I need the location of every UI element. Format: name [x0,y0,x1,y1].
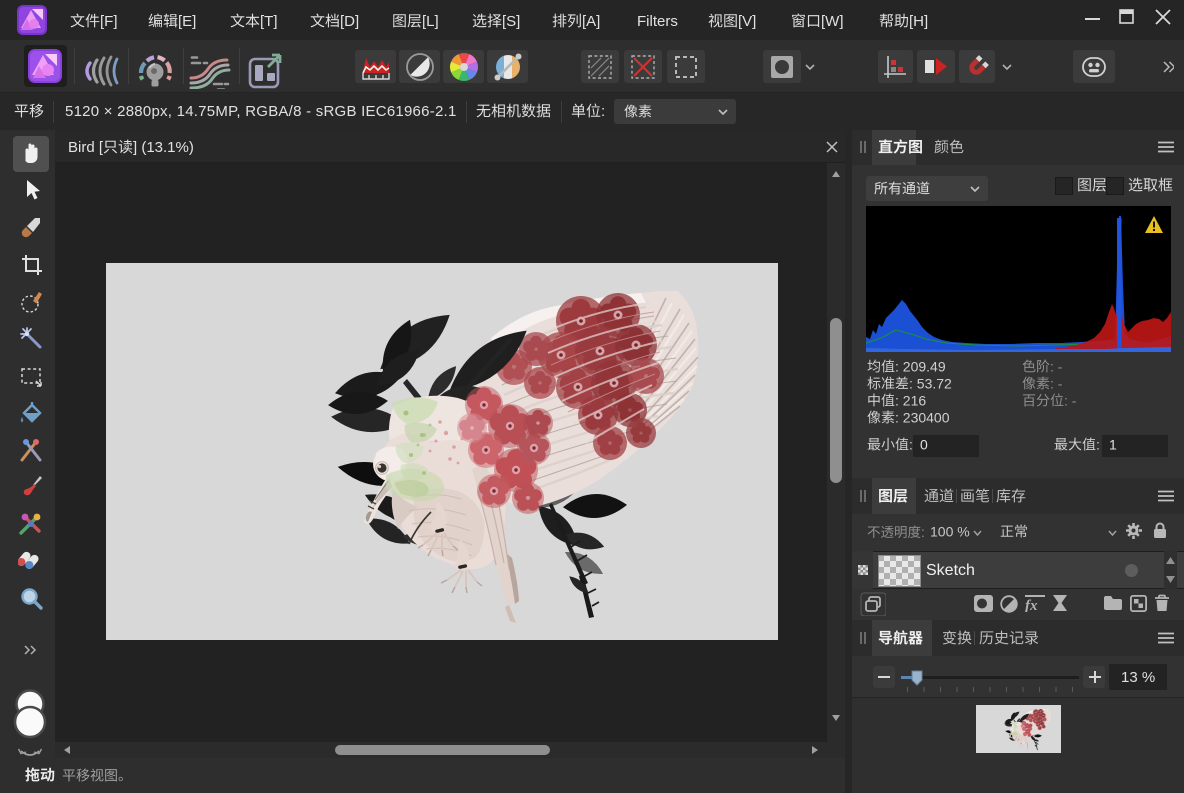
svg-text:[H]: [H] [909,13,928,30]
svg-text:[T]: [T] [260,13,278,30]
svg-text:0: 0 [920,436,928,452]
svg-text:[W]: [W] [821,13,844,30]
svg-text:5120 × 2880px, 14.75MP, RGBA/8: 5120 × 2880px, 14.75MP, RGBA/8 - sRGB IE… [65,103,457,120]
svg-text:: -: : - [1050,358,1063,374]
svg-text:: -: : - [1064,392,1077,408]
svg-text::: : [921,525,925,540]
svg-text:Filters: Filters [637,13,678,30]
svg-text:[S]: [S] [502,13,520,30]
svg-text:1: 1 [1109,436,1117,452]
svg-text:[V]: [V] [738,13,756,30]
svg-text:[A]: [A] [582,13,600,30]
svg-text:Bird [: Bird [ [68,139,104,156]
svg-text:Sketch: Sketch [926,562,975,579]
svg-text:: 209.49: : 209.49 [895,358,946,374]
svg-text:: 53.72: : 53.72 [909,375,952,391]
svg-text:100 %: 100 % [930,523,970,539]
svg-text::: : [1096,436,1100,452]
svg-text::: : [601,103,605,120]
svg-text:: 230400: : 230400 [895,409,950,425]
svg-text:13 %: 13 % [1121,669,1155,686]
svg-text:[D]: [D] [340,13,359,30]
svg-text:: -: : - [1050,375,1063,391]
svg-text:] (13.1%): ] (13.1%) [133,139,194,156]
svg-text:fx: fx [1025,598,1038,612]
svg-text:[E]: [E] [178,13,196,30]
svg-text:[F]: [F] [100,13,118,30]
svg-text:[L]: [L] [422,13,439,30]
svg-text:: 216: : 216 [895,392,926,408]
